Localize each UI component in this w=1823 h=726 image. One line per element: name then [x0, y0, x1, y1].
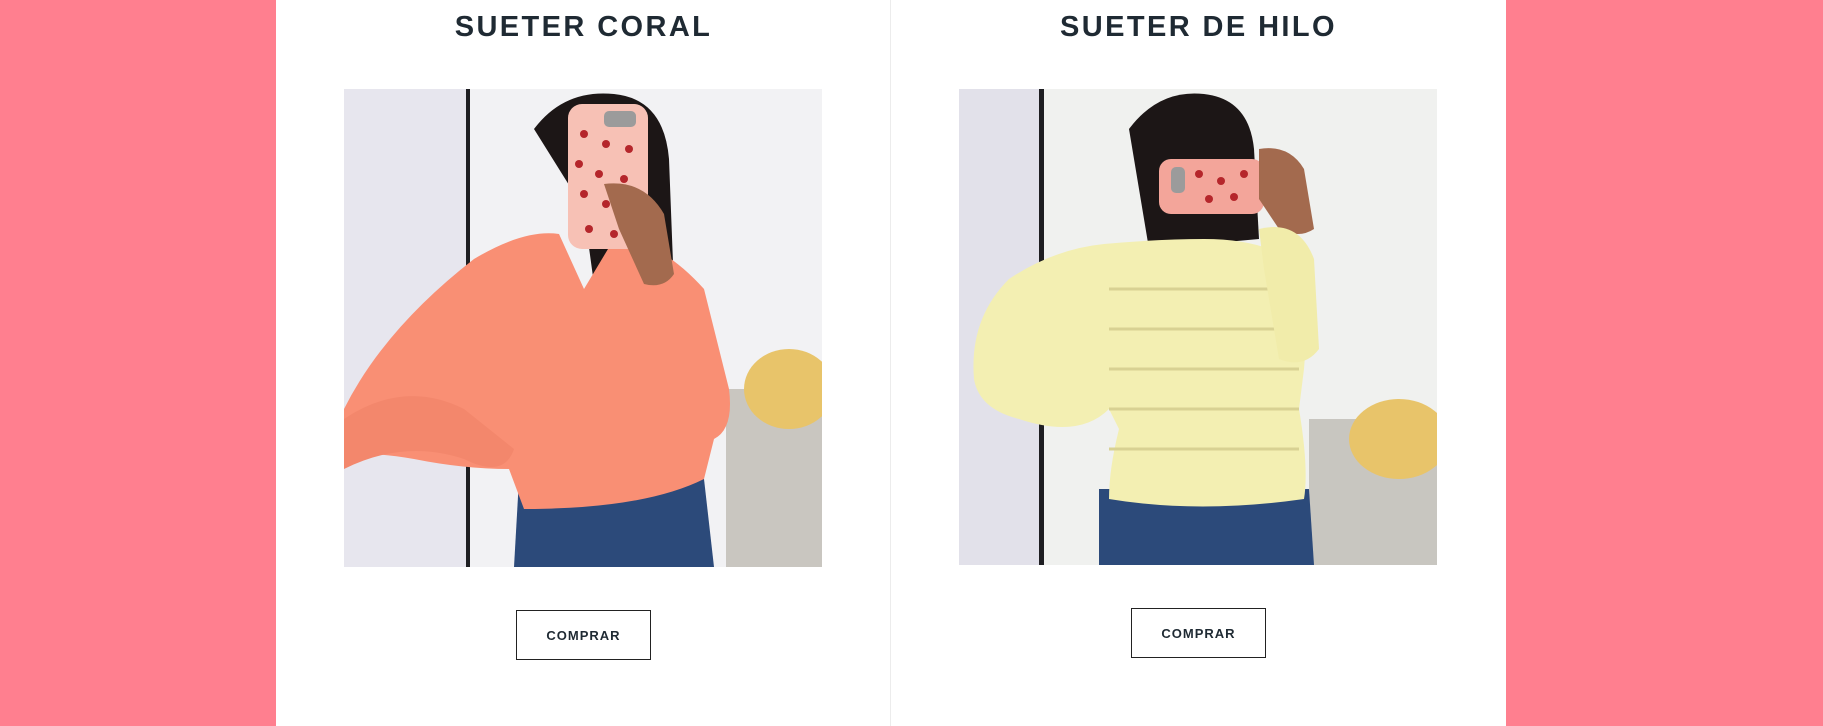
product-photo[interactable]: [959, 89, 1437, 565]
buy-button[interactable]: COMPRAR: [1131, 608, 1266, 658]
buy-button[interactable]: COMPRAR: [516, 610, 651, 660]
product-title: SUETER CORAL: [454, 11, 713, 43]
product-card-sueter-coral: SUETER CORAL COMPRAR: [276, 0, 891, 726]
product-card-sueter-de-hilo: SUETER DE HILO COMPRAR: [891, 0, 1506, 726]
product-grid: SUETER CORAL COMPRAR SUETER DE HILO COMP…: [276, 0, 1506, 726]
content-panel: SUETER CORAL COMPRAR SUETER DE HILO COMP…: [276, 0, 1506, 726]
product-photo[interactable]: [344, 89, 822, 567]
product-title: SUETER DE HILO: [1060, 11, 1337, 43]
